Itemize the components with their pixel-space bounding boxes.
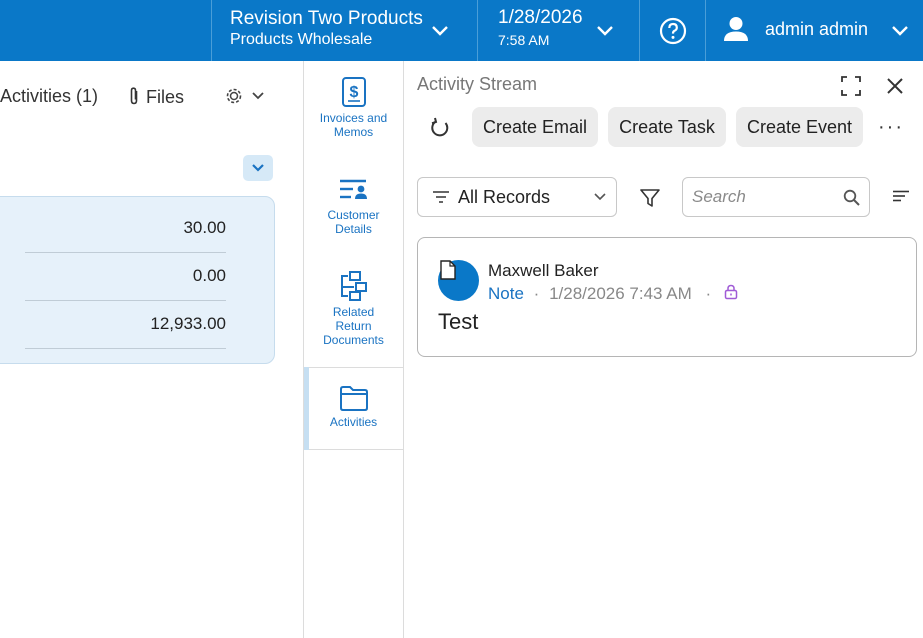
total-value: 30.00 (183, 218, 226, 237)
sidebar-item-label: Customer (327, 208, 380, 222)
chevron-down-icon[interactable] (596, 25, 614, 37)
activity-type[interactable]: Note (488, 284, 524, 303)
sidebar-item-activities[interactable]: Activities (304, 385, 403, 429)
filter-list-icon (433, 191, 449, 203)
date-time-picker[interactable]: 1/28/2026 7:58 AM (498, 6, 583, 50)
refresh-icon[interactable] (429, 117, 451, 139)
sidebar-item-label: Invoices and (319, 111, 388, 125)
chevron-down-icon (252, 164, 264, 172)
totals-panel: 30.00 0.00 12,933.00 (0, 196, 275, 364)
tab-files-label: Files (146, 87, 185, 107)
sidebar-item-related-return-documents[interactable]: Related Return Documents (304, 271, 403, 347)
invoice-dollar-icon: $ (341, 77, 366, 107)
activity-body: Test (438, 309, 479, 334)
create-email-button[interactable]: Create Email (472, 107, 598, 147)
tab-activities[interactable]: Activities (1) (0, 86, 98, 107)
total-value: 0.00 (192, 266, 226, 285)
folder-icon (339, 386, 368, 411)
expand-section-button[interactable] (243, 155, 273, 181)
maximize-icon[interactable] (841, 76, 861, 96)
create-task-button[interactable]: Create Task (608, 107, 726, 147)
search-placeholder: Search (692, 187, 746, 206)
sidebar-item-label: Return (335, 319, 372, 333)
chevron-down-icon[interactable] (431, 25, 449, 37)
divider (303, 61, 304, 638)
sidebar-item-label: Memos (333, 125, 374, 139)
create-event-button[interactable]: Create Event (736, 107, 863, 147)
separator: · (533, 284, 540, 303)
divider (639, 0, 640, 61)
search-icon (843, 189, 860, 206)
sidebar-item-label: Documents (323, 333, 384, 347)
lock-icon (724, 284, 738, 300)
business-date: 1/28/2026 (498, 7, 583, 28)
person-icon[interactable] (722, 15, 750, 43)
search-input[interactable]: Search (682, 177, 870, 217)
customer-details-icon (339, 179, 367, 199)
divider (211, 0, 212, 61)
sidebar-item-customer-details[interactable]: Customer Details (304, 178, 403, 236)
related-documents-icon (340, 271, 367, 301)
chevron-down-icon[interactable] (891, 25, 909, 37)
panel-title: Activity Stream (417, 74, 538, 94)
total-value: 12,933.00 (150, 314, 226, 333)
records-filter-value: All Records (458, 187, 551, 207)
note-document-icon (440, 260, 456, 280)
filter-icon[interactable] (640, 188, 660, 208)
activity-card[interactable]: Maxwell Baker Note · 1/28/2026 7:43 AM ·… (417, 237, 917, 357)
total-row: 0.00 (25, 252, 226, 301)
divider (304, 367, 403, 368)
records-filter-select[interactable]: All Records (417, 177, 617, 217)
sidebar-item-label: Related (332, 305, 375, 319)
top-bar: Revision Two Products Products Wholesale… (0, 0, 923, 61)
tenant-subtitle: Products Wholesale (230, 31, 373, 48)
tenant-name: Revision Two Products (230, 8, 423, 29)
divider (304, 449, 403, 450)
total-row: 12,933.00 (25, 300, 226, 349)
tab-files[interactable]: Files (128, 86, 184, 108)
activity-meta: Note · 1/28/2026 7:43 AM · (488, 284, 738, 304)
paperclip-icon (130, 87, 138, 105)
sidebar-item-invoices-memos[interactable]: $ Invoices and Memos (304, 77, 403, 139)
gear-icon[interactable] (224, 86, 268, 106)
divider (403, 61, 404, 638)
total-row: 30.00 (25, 204, 226, 253)
divider (705, 0, 706, 61)
user-name[interactable]: admin admin (765, 19, 868, 40)
activity-timestamp: 1/28/2026 7:43 AM (549, 284, 692, 303)
chevron-down-icon (594, 193, 606, 201)
tenant-switcher[interactable]: Revision Two Products Products Wholesale (230, 8, 423, 50)
business-time: 7:58 AM (498, 32, 550, 48)
activity-author: Maxwell Baker (488, 261, 599, 280)
sidebar-item-label: Activities (329, 415, 378, 429)
sort-icon[interactable] (892, 190, 910, 204)
more-actions-button[interactable]: ··· (878, 116, 904, 139)
sidebar-item-label: Details (335, 222, 372, 236)
svg-text:$: $ (349, 84, 358, 101)
separator: · (705, 284, 712, 303)
divider (477, 0, 478, 61)
close-icon[interactable] (886, 77, 904, 95)
help-circle-icon[interactable] (659, 17, 687, 45)
